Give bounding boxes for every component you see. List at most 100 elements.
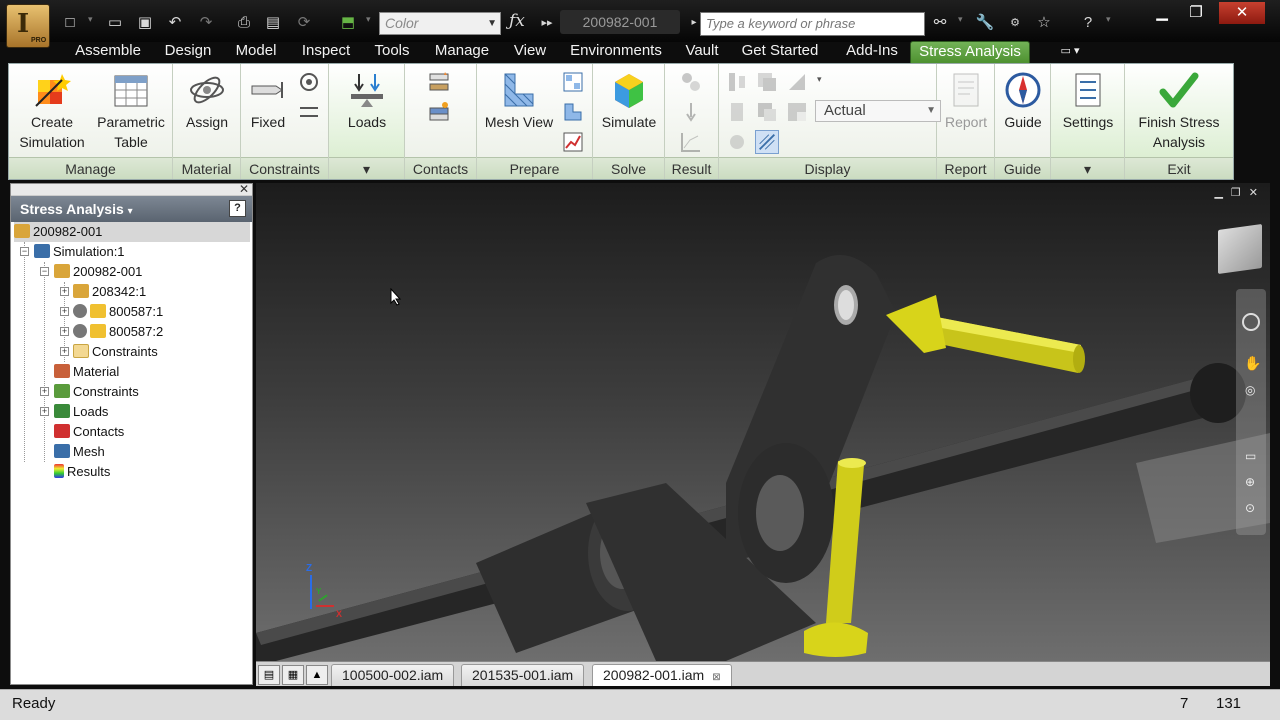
tab-environments[interactable]: Environments bbox=[564, 41, 668, 63]
displacement-scale-combo[interactable]: Actual ▼ bbox=[815, 100, 941, 122]
collapse-toggle-icon[interactable]: − bbox=[40, 267, 49, 276]
document-tab-100500-002[interactable]: 100500-002.iam bbox=[331, 664, 455, 686]
tree-item-constraints-folder[interactable]: Constraints bbox=[73, 342, 158, 362]
no-shading-icon[interactable] bbox=[725, 100, 749, 124]
pan-icon[interactable]: ✋ bbox=[1244, 355, 1261, 372]
collapse-toggle-icon[interactable]: − bbox=[20, 247, 29, 256]
tab-design[interactable]: Design bbox=[156, 41, 220, 63]
zoom-icon[interactable]: ◎ bbox=[1245, 383, 1255, 397]
tab-get-started[interactable]: Get Started bbox=[738, 41, 822, 63]
browser-header[interactable]: Stress Analysis ▾ ? bbox=[11, 196, 252, 222]
finish-stress-analysis-button[interactable]: Finish Stress Analysis bbox=[1127, 70, 1231, 152]
expand-toggle-icon[interactable]: + bbox=[40, 387, 49, 396]
contour-shading-icon[interactable] bbox=[785, 100, 809, 124]
smooth-shading-icon[interactable] bbox=[755, 100, 779, 124]
favorites-star-icon[interactable]: ☆ bbox=[1034, 13, 1054, 33]
community-icon[interactable]: ⚙ bbox=[1005, 13, 1025, 33]
expand-toggle-icon[interactable]: + bbox=[40, 407, 49, 416]
fixed-constraint-button[interactable]: Fixed bbox=[243, 70, 293, 132]
loads-button[interactable]: Loads bbox=[333, 70, 401, 132]
tree-item-simulation[interactable]: Simulation:1 bbox=[34, 242, 125, 262]
tile-windows-icon[interactable]: ▦ bbox=[282, 665, 304, 685]
frictionless-constraint-icon[interactable] bbox=[297, 100, 321, 124]
mesh-settings-icon[interactable] bbox=[561, 70, 585, 94]
steering-wheel-icon[interactable] bbox=[1242, 313, 1260, 331]
mesh-view-button[interactable]: Mesh View bbox=[481, 70, 557, 132]
parameters-fx-icon[interactable]: ƒx bbox=[509, 11, 525, 31]
settings-button[interactable]: Settings bbox=[1053, 70, 1123, 132]
new-dropdown-icon[interactable]: ▾ bbox=[88, 14, 93, 25]
convergence-plot-icon[interactable] bbox=[679, 130, 703, 154]
subscription-tools-icon[interactable]: 🔧 bbox=[975, 13, 995, 33]
expand-toggle-icon[interactable]: + bbox=[60, 307, 69, 316]
guide-button[interactable]: Guide bbox=[997, 70, 1049, 132]
expand-toggle-icon[interactable]: + bbox=[60, 347, 69, 356]
undo-icon[interactable]: ↶ bbox=[165, 13, 185, 33]
close-browser-icon[interactable]: ✕ bbox=[239, 182, 249, 196]
tab-view[interactable]: View bbox=[508, 41, 552, 63]
tree-item-constraints[interactable]: Constraints bbox=[54, 382, 139, 402]
redo-icon[interactable]: ↷ bbox=[196, 13, 216, 33]
expand-toggle-icon[interactable]: + bbox=[60, 287, 69, 296]
tree-item-part-800587-1[interactable]: 800587:1 bbox=[73, 302, 163, 322]
color-bar-icon[interactable] bbox=[725, 70, 749, 94]
return-icon[interactable]: ⬒ bbox=[338, 13, 358, 33]
return-dropdown-icon[interactable]: ▾ bbox=[366, 14, 371, 25]
animate-results-icon[interactable] bbox=[679, 70, 703, 94]
browser-help-icon[interactable]: ? bbox=[229, 200, 246, 217]
tab-assemble[interactable]: Assemble bbox=[68, 41, 148, 63]
application-menu-button[interactable]: I PRO bbox=[6, 4, 50, 48]
tree-item-material[interactable]: Material bbox=[54, 362, 119, 382]
create-simulation-button[interactable]: Create Simulation bbox=[13, 70, 91, 152]
tab-tools[interactable]: Tools bbox=[368, 41, 416, 63]
loads-panel-expand-icon[interactable]: ▾ bbox=[329, 157, 404, 179]
view-cube[interactable] bbox=[1218, 223, 1262, 275]
navigation-bar[interactable]: ✋ ◎ ▭ ⊕ ⊙ bbox=[1236, 289, 1266, 535]
tree-item-contacts[interactable]: Contacts bbox=[54, 422, 124, 442]
tree-item-part-800587-2[interactable]: 800587:2 bbox=[73, 322, 163, 342]
tree-item-mesh[interactable]: Mesh bbox=[54, 442, 105, 462]
maximize-window-icon[interactable]: ❐ bbox=[1176, 2, 1216, 24]
manual-contacts-icon[interactable] bbox=[427, 100, 451, 124]
new-file-icon[interactable]: □ bbox=[60, 13, 80, 33]
tab-inspect[interactable]: Inspect bbox=[292, 41, 360, 63]
show-mesh-toggle-icon[interactable] bbox=[755, 130, 779, 154]
convergence-settings-icon[interactable] bbox=[561, 130, 585, 154]
open-documents-menu-icon[interactable]: ▲ bbox=[306, 665, 328, 685]
zoom-window-icon[interactable]: ⊙ bbox=[1245, 501, 1255, 515]
expand-toggle-icon[interactable]: + bbox=[60, 327, 69, 336]
properties-icon[interactable]: ▤ bbox=[263, 13, 283, 33]
simulate-button[interactable]: Simulate bbox=[595, 70, 663, 132]
help-search-input[interactable]: Type a keyword or phrase bbox=[700, 12, 925, 36]
update-icon[interactable]: ⟳ bbox=[294, 13, 314, 33]
report-button[interactable]: Report bbox=[939, 70, 993, 132]
automatic-contacts-icon[interactable] bbox=[427, 70, 451, 94]
tree-item-part-208342[interactable]: 208342:1 bbox=[73, 282, 146, 302]
tab-manage[interactable]: Manage bbox=[428, 41, 496, 63]
zoom-all-icon[interactable]: ⊕ bbox=[1245, 475, 1255, 489]
browser-grip[interactable]: ✕ bbox=[11, 182, 252, 196]
graphics-viewport[interactable]: Z X Y ▁❐✕ ✋ ◎ ▭ ⊕ ⊙ bbox=[256, 183, 1270, 661]
document-tab-201535-001[interactable]: 201535-001.iam bbox=[461, 664, 585, 686]
tree-item-root-assembly[interactable]: 200982-001 bbox=[14, 222, 250, 242]
search-dropdown-icon[interactable]: ▾ bbox=[958, 14, 963, 25]
tab-model[interactable]: Model bbox=[228, 41, 284, 63]
help-dropdown-icon[interactable]: ▾ bbox=[1106, 14, 1111, 25]
color-override-combo[interactable]: Color ▼ bbox=[379, 12, 501, 35]
settings-panel-expand-icon[interactable]: ▾ bbox=[1051, 157, 1124, 179]
tab-add-ins[interactable]: Add-Ins bbox=[838, 41, 906, 63]
tree-item-assembly[interactable]: 200982-001 bbox=[54, 262, 142, 282]
open-file-icon[interactable]: ▭ bbox=[105, 13, 125, 33]
help-icon[interactable]: ? bbox=[1078, 13, 1098, 33]
show-maximum-icon[interactable] bbox=[785, 70, 809, 94]
tab-stress-analysis[interactable]: Stress Analysis bbox=[910, 41, 1030, 63]
ribbon-minimize-icon[interactable]: ▭ ▾ bbox=[1052, 41, 1088, 63]
cascade-windows-icon[interactable]: ▤ bbox=[258, 665, 280, 685]
print-icon[interactable]: ⎙ bbox=[234, 13, 254, 33]
boundary-conditions-icon[interactable] bbox=[755, 70, 779, 94]
tree-item-results[interactable]: Results bbox=[54, 462, 110, 482]
display-more-dropdown-icon[interactable]: ▾ bbox=[817, 74, 822, 85]
probe-icon[interactable] bbox=[679, 100, 703, 124]
pin-constraint-icon[interactable] bbox=[297, 70, 321, 94]
adjust-displacement-icon[interactable] bbox=[725, 130, 749, 154]
